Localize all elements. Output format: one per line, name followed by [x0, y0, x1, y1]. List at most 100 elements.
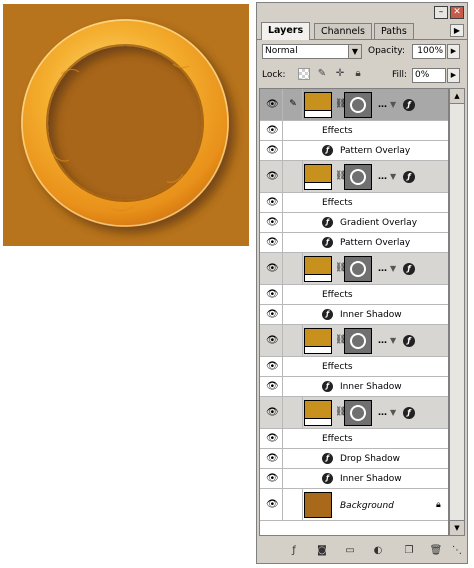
- lock-position-icon[interactable]: ✛: [334, 68, 346, 80]
- vector-mask-thumbnail[interactable]: [344, 164, 372, 190]
- layer-fill-thumbnail[interactable]: [304, 164, 332, 190]
- link-box[interactable]: [284, 325, 303, 356]
- eye-icon[interactable]: 👁︎: [266, 99, 279, 110]
- new-group-icon[interactable]: ▭: [343, 544, 357, 558]
- effect-item-row[interactable]: 👁︎ ƒ Pattern Overlay: [260, 233, 448, 253]
- effect-item-row[interactable]: 👁︎ ƒ Gradient Overlay: [260, 213, 448, 233]
- visibility-toggle[interactable]: 👁︎: [262, 285, 283, 304]
- expand-effects-icon[interactable]: ▼: [390, 172, 396, 181]
- delete-layer-icon[interactable]: 🗑︎: [429, 544, 443, 558]
- visibility-toggle[interactable]: 👁︎: [262, 161, 283, 192]
- eye-icon[interactable]: 👁︎: [266, 453, 279, 464]
- background-layer-row[interactable]: 👁︎ Background 🔒︎: [260, 489, 448, 521]
- link-box[interactable]: [284, 161, 303, 192]
- eye-icon[interactable]: 👁︎: [266, 125, 279, 136]
- layer-fill-thumbnail[interactable]: [304, 328, 332, 354]
- visibility-toggle[interactable]: 👁︎: [262, 449, 283, 468]
- vector-mask-thumbnail[interactable]: [344, 92, 372, 118]
- minimize-button[interactable]: –: [434, 6, 448, 19]
- layer-fill-thumbnail[interactable]: [304, 400, 332, 426]
- eye-icon[interactable]: 👁︎: [266, 197, 279, 208]
- expand-effects-icon[interactable]: ▼: [390, 100, 396, 109]
- layer-row[interactable]: 👁︎ ⛓︎… ▼ ƒ: [260, 253, 448, 285]
- fx-icon[interactable]: ƒ: [403, 99, 415, 111]
- eye-icon[interactable]: 👁︎: [266, 361, 279, 372]
- visibility-toggle[interactable]: 👁︎: [262, 377, 283, 396]
- eye-icon[interactable]: 👁︎: [266, 499, 279, 510]
- fill-input[interactable]: 0%: [412, 68, 446, 83]
- effect-item-row[interactable]: 👁︎ ƒ Drop Shadow: [260, 449, 448, 469]
- add-style-icon[interactable]: ƒ: [287, 544, 301, 558]
- visibility-toggle[interactable]: 👁︎: [262, 429, 283, 448]
- tab-paths[interactable]: Paths: [374, 23, 414, 39]
- chevron-down-icon[interactable]: ▼: [348, 44, 362, 59]
- visibility-toggle[interactable]: 👁︎: [262, 89, 283, 120]
- fx-icon[interactable]: ƒ: [403, 263, 415, 275]
- close-button[interactable]: ✕: [450, 6, 464, 19]
- visibility-toggle[interactable]: 👁︎: [262, 357, 283, 376]
- fx-icon[interactable]: ƒ: [403, 407, 415, 419]
- tab-channels[interactable]: Channels: [314, 23, 372, 39]
- visibility-toggle[interactable]: 👁︎: [262, 489, 283, 520]
- link-box[interactable]: [284, 489, 303, 520]
- opacity-input[interactable]: 100%: [412, 44, 446, 59]
- fx-icon[interactable]: ƒ: [403, 171, 415, 183]
- eye-icon[interactable]: 👁︎: [266, 237, 279, 248]
- blend-mode-select[interactable]: Normal ▼: [262, 44, 362, 59]
- fill-slider-button[interactable]: ▶: [447, 68, 460, 83]
- effects-row[interactable]: 👁︎ Effects: [260, 285, 448, 305]
- document-canvas[interactable]: [3, 4, 249, 246]
- expand-effects-icon[interactable]: ▼: [390, 264, 396, 273]
- eye-icon[interactable]: 👁︎: [266, 309, 279, 320]
- effects-row[interactable]: 👁︎ Effects: [260, 193, 448, 213]
- effect-item-row[interactable]: 👁︎ ƒ Inner Shadow: [260, 377, 448, 397]
- effect-item-row[interactable]: 👁︎ ƒ Inner Shadow: [260, 469, 448, 489]
- visibility-toggle[interactable]: 👁︎: [262, 193, 283, 212]
- brush-icon[interactable]: ✎: [284, 89, 303, 120]
- lock-all-icon[interactable]: 🔒︎: [352, 68, 364, 80]
- vector-mask-thumbnail[interactable]: [344, 256, 372, 282]
- tab-layers[interactable]: Layers: [261, 22, 311, 40]
- eye-icon[interactable]: 👁︎: [266, 433, 279, 444]
- eye-icon[interactable]: 👁︎: [266, 407, 279, 418]
- expand-effects-icon[interactable]: ▼: [390, 336, 396, 345]
- eye-icon[interactable]: 👁︎: [266, 171, 279, 182]
- visibility-toggle[interactable]: 👁︎: [262, 325, 283, 356]
- lock-transparency-icon[interactable]: [298, 68, 310, 80]
- visibility-toggle[interactable]: 👁︎: [262, 397, 283, 428]
- visibility-toggle[interactable]: 👁︎: [262, 233, 283, 252]
- background-thumbnail[interactable]: [304, 492, 332, 518]
- eye-icon[interactable]: 👁︎: [266, 335, 279, 346]
- visibility-toggle[interactable]: 👁︎: [262, 305, 283, 324]
- visibility-toggle[interactable]: 👁︎: [262, 121, 283, 140]
- eye-icon[interactable]: 👁︎: [266, 289, 279, 300]
- visibility-toggle[interactable]: 👁︎: [262, 141, 283, 160]
- layer-row[interactable]: 👁︎ ⛓︎… ▼ ƒ: [260, 397, 448, 429]
- expand-effects-icon[interactable]: ▼: [390, 408, 396, 417]
- effect-item-row[interactable]: 👁︎ ƒ Inner Shadow: [260, 305, 448, 325]
- fx-icon[interactable]: ƒ: [403, 335, 415, 347]
- eye-icon[interactable]: 👁︎: [266, 217, 279, 228]
- effects-row[interactable]: 👁︎ Effects: [260, 357, 448, 377]
- effects-row[interactable]: 👁︎ Effects: [260, 121, 448, 141]
- new-layer-icon[interactable]: ❐: [402, 544, 416, 558]
- layer-row[interactable]: 👁︎ ⛓︎… ▼ ƒ: [260, 325, 448, 357]
- layer-fill-thumbnail[interactable]: [304, 256, 332, 282]
- lock-image-pixels-icon[interactable]: ✎: [316, 68, 328, 80]
- vector-mask-thumbnail[interactable]: [344, 400, 372, 426]
- resize-grip-icon[interactable]: ⋱: [450, 544, 464, 558]
- eye-icon[interactable]: 👁︎: [266, 381, 279, 392]
- visibility-toggle[interactable]: 👁︎: [262, 469, 283, 488]
- opacity-slider-button[interactable]: ▶: [447, 44, 460, 59]
- visibility-toggle[interactable]: 👁︎: [262, 253, 283, 284]
- layer-fill-thumbnail[interactable]: [304, 92, 332, 118]
- eye-icon[interactable]: 👁︎: [266, 145, 279, 156]
- link-box[interactable]: [284, 253, 303, 284]
- link-box[interactable]: [284, 397, 303, 428]
- effects-row[interactable]: 👁︎ Effects: [260, 429, 448, 449]
- effect-item-row[interactable]: 👁︎ ƒ Pattern Overlay: [260, 141, 448, 161]
- adjustment-layer-icon[interactable]: ◐: [371, 544, 385, 558]
- visibility-toggle[interactable]: 👁︎: [262, 213, 283, 232]
- vector-mask-thumbnail[interactable]: [344, 328, 372, 354]
- add-mask-icon[interactable]: ◙: [315, 544, 329, 558]
